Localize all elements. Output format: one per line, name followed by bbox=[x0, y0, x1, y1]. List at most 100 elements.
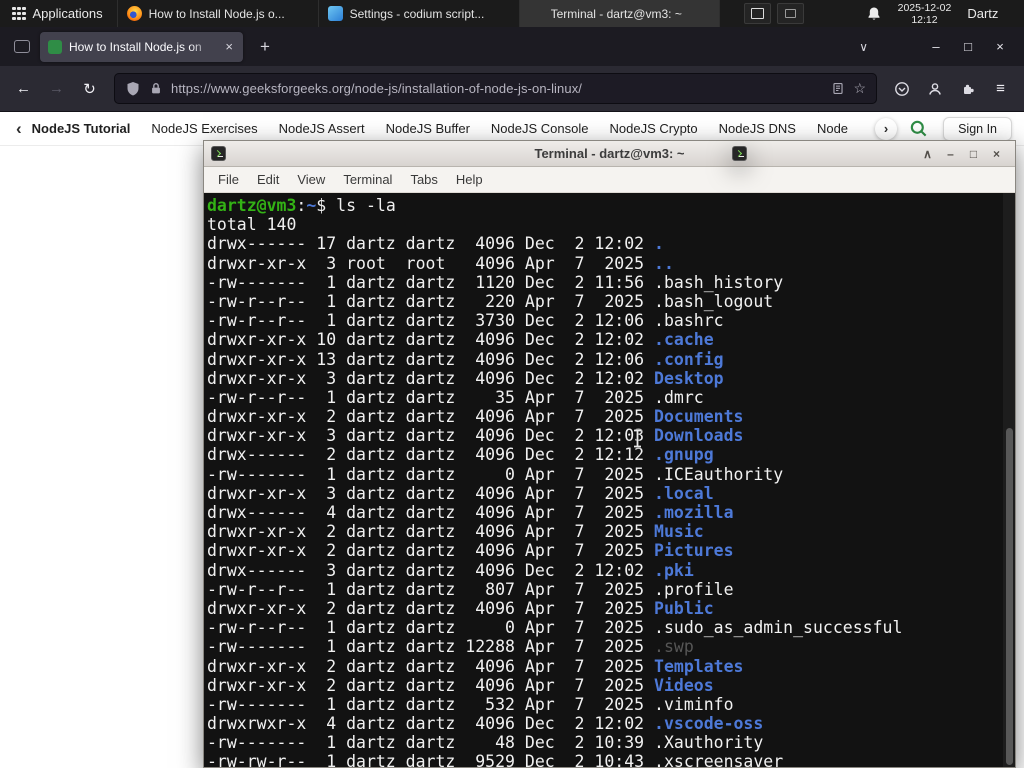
listing-filename: .profile bbox=[654, 579, 734, 599]
terminal-close-button[interactable]: × bbox=[985, 143, 1008, 165]
back-button[interactable]: ← bbox=[7, 74, 40, 104]
taskbar-item-firefox[interactable]: How to Install Node.js o... bbox=[116, 0, 318, 27]
system-tray bbox=[743, 3, 804, 24]
gfg-nav-item[interactable]: NodeJS Exercises bbox=[151, 121, 257, 136]
gfg-nav-item[interactable]: NodeJS Console bbox=[491, 121, 589, 136]
listing-meta: -rw------- 1 dartz dartz 12288 Apr 7 202… bbox=[207, 637, 655, 657]
terminal-listing-row: drwxr-xr-x 2 dartz dartz 4096 Apr 7 2025… bbox=[207, 407, 1001, 426]
listing-filename: Downloads bbox=[654, 426, 744, 446]
notification-bell-icon[interactable] bbox=[866, 6, 882, 22]
bookmark-star-icon[interactable]: ☆ bbox=[853, 80, 866, 97]
prompt-user: dartz@vm3 bbox=[207, 196, 297, 215]
reload-button[interactable]: ↻ bbox=[73, 74, 106, 104]
terminal-titlebar[interactable]: Terminal - dartz@vm3: ~ ∧ – □ × bbox=[204, 141, 1015, 167]
taskbar-item-label: Settings - codium script... bbox=[349, 6, 485, 21]
terminal-listing-row: -rw------- 1 dartz dartz 0 Apr 7 2025 .I… bbox=[207, 465, 1001, 484]
listing-meta: -rw------- 1 dartz dartz 532 Apr 7 2025 bbox=[207, 694, 655, 714]
terminal-scrollbar-thumb[interactable] bbox=[1005, 428, 1013, 765]
terminal-listing-row: -rw-rw-r-- 1 dartz dartz 9529 Dec 2 10:4… bbox=[207, 752, 1001, 767]
new-tab-button[interactable]: + bbox=[253, 37, 277, 57]
gfg-nav-item[interactable]: NodeJS Buffer bbox=[386, 121, 470, 136]
taskbar-item-codium[interactable]: Settings - codium script... bbox=[317, 0, 519, 27]
terminal-controls: ∧ – □ × bbox=[916, 143, 1008, 165]
applications-grid-icon bbox=[12, 6, 26, 21]
listing-filename: .vscode-oss bbox=[654, 714, 764, 734]
terminal-listing-row: -rw-r--r-- 1 dartz dartz 3730 Dec 2 12:0… bbox=[207, 311, 1001, 330]
terminal-listing-row: -rw-r--r-- 1 dartz dartz 807 Apr 7 2025 … bbox=[207, 580, 1001, 599]
listing-meta: drwxr-xr-x 2 dartz dartz 4096 Apr 7 2025 bbox=[207, 675, 655, 695]
sign-in-button[interactable]: Sign In bbox=[943, 116, 1012, 141]
account-icon[interactable] bbox=[918, 74, 951, 104]
tab-list-button[interactable]: ∨ bbox=[851, 40, 876, 54]
menubar-item-edit[interactable]: Edit bbox=[248, 169, 288, 190]
url-text[interactable]: https://www.geeksforgeeks.org/node-js/in… bbox=[171, 81, 823, 96]
menu-icon[interactable]: ≡ bbox=[984, 74, 1017, 104]
taskbar-item-terminal[interactable]: Terminal - dartz@vm3: ~ bbox=[518, 0, 747, 161]
listing-filename: .ICEauthority bbox=[654, 464, 784, 484]
tray-display-icon[interactable] bbox=[743, 3, 771, 24]
url-bar[interactable]: https://www.geeksforgeeks.org/node-js/in… bbox=[114, 73, 877, 104]
gfg-nav-items: NodeJS Tutorial NodeJS Exercises NodeJS As… bbox=[32, 121, 875, 136]
gfg-nav-item[interactable]: NodeJS DNS bbox=[719, 121, 796, 136]
gfg-nav-item[interactable]: NodeJS Assert bbox=[279, 121, 365, 136]
terminal-body[interactable]: dartz@vm3:~$ ls -la total 140 drwx------ 1… bbox=[204, 193, 1015, 767]
menubar-item-tabs[interactable]: Tabs bbox=[401, 169, 446, 190]
listing-meta: drwxr-xr-x 3 dartz dartz 4096 Apr 7 2025 bbox=[207, 483, 655, 503]
gfg-nav-item[interactable]: Node bbox=[817, 121, 848, 136]
listing-meta: -rw-r--r-- 1 dartz dartz 807 Apr 7 2025 bbox=[207, 579, 655, 599]
terminal-shade-button[interactable]: ∧ bbox=[916, 143, 939, 165]
browser-tab[interactable]: How to Install Node.js on × bbox=[40, 31, 243, 62]
listing-meta: drwxr-xr-x 13 dartz dartz 4096 Dec 2 12:… bbox=[207, 349, 655, 369]
terminal-icon bbox=[731, 146, 747, 161]
clock[interactable]: 2025-12-02 12:12 bbox=[898, 2, 952, 26]
terminal-listing-row: drwxr-xr-x 2 dartz dartz 4096 Apr 7 2025… bbox=[207, 599, 1001, 618]
listing-meta: drwx------ 4 dartz dartz 4096 Apr 7 2025 bbox=[207, 503, 655, 522]
listing-meta: drwxr-xr-x 3 dartz dartz 4096 Dec 2 12:0… bbox=[207, 426, 655, 446]
listing-filename: .bash_logout bbox=[654, 291, 774, 311]
applications-menu-button[interactable]: Applications bbox=[0, 0, 115, 27]
listing-filename: .config bbox=[654, 349, 724, 369]
gfg-nav-item[interactable]: NodeJS Crypto bbox=[609, 121, 697, 136]
menubar-item-view[interactable]: View bbox=[288, 169, 334, 190]
listing-filename: .sudo_as_admin_successful bbox=[654, 618, 903, 638]
reader-mode-icon[interactable] bbox=[831, 81, 845, 96]
firefox-view-icon[interactable] bbox=[14, 40, 30, 53]
prompt-separator: : bbox=[296, 196, 307, 215]
user-label: Dartz bbox=[967, 6, 999, 21]
listing-filename: Public bbox=[654, 598, 714, 618]
terminal-title: Terminal - dartz@vm3: ~ bbox=[534, 146, 685, 161]
terminal-listing-row: -rw------- 1 dartz dartz 48 Dec 2 10:39 … bbox=[207, 733, 1001, 752]
terminal-maximize-button[interactable]: □ bbox=[962, 143, 985, 165]
menubar-item-file[interactable]: File bbox=[209, 169, 248, 190]
menubar-item-help[interactable]: Help bbox=[447, 169, 492, 190]
screen: Applications How to Install Node.js o...… bbox=[0, 0, 1024, 768]
listing-filename: Documents bbox=[654, 407, 744, 427]
terminal-listing-row: drwx------ 4 dartz dartz 4096 Apr 7 2025… bbox=[207, 503, 1001, 522]
gfg-nav-item[interactable]: NodeJS Tutorial bbox=[32, 121, 131, 136]
listing-meta: -rw------- 1 dartz dartz 1120 Dec 2 11:5… bbox=[207, 272, 655, 292]
terminal-listing-row: drwxr-xr-x 2 dartz dartz 4096 Apr 7 2025… bbox=[207, 676, 1001, 695]
tray-window-icon[interactable] bbox=[776, 3, 804, 24]
window-maximize-button[interactable]: □ bbox=[952, 39, 984, 54]
nav-scroll-left-icon[interactable]: ‹ bbox=[12, 120, 26, 137]
listing-meta: drwxr-xr-x 10 dartz dartz 4096 Dec 2 12:… bbox=[207, 330, 655, 350]
nav-scroll-right-icon[interactable]: › bbox=[875, 117, 898, 140]
window-minimize-button[interactable]: – bbox=[920, 39, 952, 54]
terminal-listing-row: -rw------- 1 dartz dartz 532 Apr 7 2025 … bbox=[207, 695, 1001, 714]
window-close-button[interactable]: × bbox=[984, 39, 1016, 54]
terminal-listing-row: drwx------ 3 dartz dartz 4096 Dec 2 12:0… bbox=[207, 561, 1001, 580]
taskbar: How to Install Node.js o... Settings - co… bbox=[116, 0, 747, 161]
forward-button[interactable]: → bbox=[40, 74, 73, 104]
tab-close-icon[interactable]: × bbox=[223, 39, 235, 54]
extensions-icon[interactable] bbox=[951, 74, 984, 104]
lock-icon[interactable] bbox=[149, 81, 163, 96]
terminal-minimize-button[interactable]: – bbox=[939, 143, 962, 165]
terminal-menubar: File Edit View Terminal Tabs Help bbox=[204, 167, 1015, 193]
pocket-icon[interactable] bbox=[885, 74, 918, 104]
terminal-scrollbar[interactable] bbox=[1003, 193, 1015, 767]
clock-date: 2025-12-02 bbox=[897, 1, 952, 14]
menubar-item-terminal[interactable]: Terminal bbox=[334, 169, 401, 190]
tracking-shield-icon[interactable] bbox=[125, 81, 141, 97]
terminal-listing-row: drwxr-xr-x 10 dartz dartz 4096 Dec 2 12:… bbox=[207, 330, 1001, 349]
search-icon[interactable] bbox=[909, 119, 928, 138]
